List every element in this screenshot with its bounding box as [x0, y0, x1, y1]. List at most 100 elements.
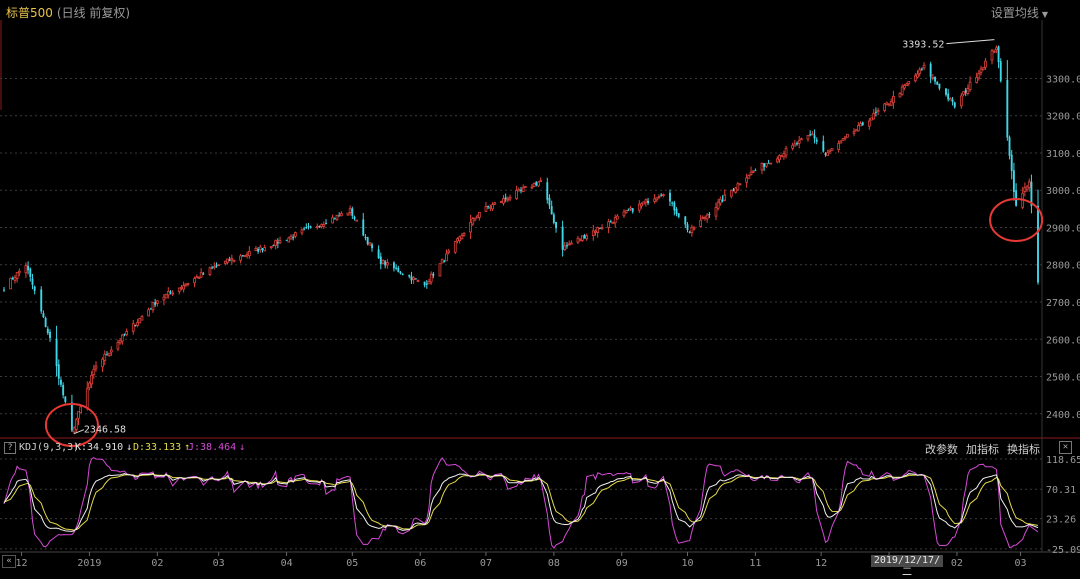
candle	[31, 273, 34, 290]
y-tick-label: 3000.00	[1046, 186, 1080, 197]
candle	[226, 258, 229, 265]
candle	[677, 212, 680, 219]
candle-body	[13, 277, 17, 281]
candle-body	[504, 197, 507, 199]
candle-body	[462, 233, 466, 236]
candle	[671, 201, 674, 207]
candle	[867, 118, 871, 130]
candle	[660, 193, 663, 197]
candle-body	[9, 277, 12, 290]
candle-body	[395, 267, 398, 269]
close-icon[interactable]: ✕	[1059, 441, 1072, 454]
candle	[103, 350, 107, 366]
candle	[870, 117, 873, 121]
candle-body	[261, 248, 264, 251]
candle	[640, 202, 643, 209]
scroll-left-button[interactable]: «	[2, 555, 16, 568]
change-indicator-button[interactable]: 换指标	[1007, 443, 1040, 456]
candle-body	[657, 196, 661, 198]
candle-body	[811, 133, 814, 136]
candle-body	[745, 177, 748, 183]
candle	[109, 346, 113, 356]
candle-body	[101, 358, 104, 368]
candle-body	[800, 138, 803, 141]
y-tick-label: 2600.00	[1046, 335, 1080, 346]
candle-body	[883, 103, 887, 111]
candle-body	[49, 331, 51, 339]
candle	[258, 244, 262, 253]
candle	[506, 196, 510, 203]
candle-body	[729, 190, 733, 197]
candle-body	[309, 226, 312, 228]
candle	[239, 253, 242, 264]
candle-body	[920, 68, 923, 70]
candle	[839, 140, 843, 144]
candle-body	[749, 171, 753, 176]
candle	[763, 162, 766, 171]
help-icon[interactable]: ?	[4, 442, 16, 454]
candle-body	[959, 95, 963, 107]
candle	[154, 298, 157, 307]
candle-body	[322, 224, 326, 227]
candle-body	[149, 308, 152, 310]
candle-body	[585, 235, 589, 240]
candle-body	[493, 202, 497, 205]
candle	[874, 107, 877, 117]
candle-body	[92, 368, 96, 376]
candle-body	[169, 291, 172, 293]
candle-body	[929, 63, 932, 77]
candle	[315, 223, 319, 230]
candle	[716, 198, 720, 211]
candle-body	[248, 251, 251, 257]
kdj-k-line	[3, 472, 1039, 532]
candle-body	[116, 342, 120, 350]
candle	[806, 135, 810, 142]
candle-body	[809, 134, 812, 136]
candle-body	[488, 206, 492, 209]
candle	[232, 259, 236, 263]
candle	[977, 70, 981, 81]
candle-body	[226, 258, 229, 263]
candle	[796, 141, 798, 146]
candle-body	[1008, 137, 1011, 156]
candle-body	[60, 379, 62, 385]
candle-body	[841, 138, 845, 141]
candle-body	[905, 83, 908, 87]
kdj-name: KDJ(9,3,3)	[19, 442, 80, 453]
candle-body	[230, 258, 234, 261]
candle	[401, 272, 404, 276]
candle-body	[294, 232, 297, 237]
candle-body	[17, 270, 21, 274]
candle-body	[644, 199, 648, 203]
candle	[546, 177, 549, 204]
candle	[471, 216, 475, 226]
candle	[322, 221, 326, 229]
candle-body	[824, 153, 827, 155]
candle	[622, 209, 626, 218]
candle	[348, 205, 352, 216]
candle	[432, 271, 435, 279]
candle	[892, 90, 895, 109]
candle	[699, 215, 702, 228]
candlestick-chart[interactable]: 3300.00 3200.00 3100.00 3000.00 2900.00 2800.…	[0, 0, 1080, 567]
candle	[140, 315, 144, 321]
candle	[793, 139, 797, 147]
candle	[294, 231, 297, 239]
candle	[598, 227, 601, 230]
candle	[445, 249, 448, 262]
candle-body	[62, 384, 65, 396]
candle-body	[42, 313, 45, 318]
candle-body	[732, 189, 735, 191]
candle-body	[453, 241, 457, 253]
candle-body	[550, 206, 553, 215]
candle	[151, 301, 155, 313]
candle-body	[903, 85, 906, 89]
edit-params-button[interactable]: 改参数	[925, 443, 958, 456]
candle	[964, 87, 967, 97]
candle	[502, 194, 505, 206]
candle	[473, 217, 477, 222]
x-tick-label: 04	[281, 558, 293, 567]
candle	[17, 268, 21, 277]
add-indicator-button[interactable]: 加指标	[966, 443, 999, 456]
candle-body	[487, 206, 490, 208]
